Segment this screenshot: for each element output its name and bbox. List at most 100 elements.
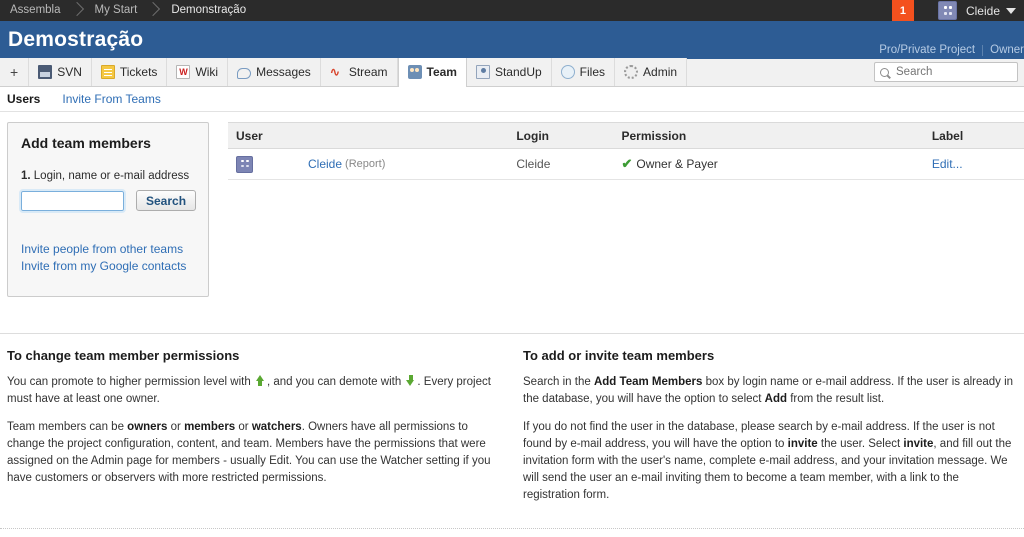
help-bold-members: members — [184, 421, 236, 433]
plus-icon: + — [10, 64, 19, 80]
invite-links: Invite people from other teams Invite fr… — [21, 241, 195, 275]
help-column-invite: To add or invite team members Search in … — [523, 348, 1015, 515]
help-heading-permissions: To change team member permissions — [7, 348, 240, 363]
tab-label: Wiki — [195, 65, 219, 79]
tab-label: Files — [579, 65, 606, 79]
tab-stream[interactable]: ∿ Stream — [320, 58, 398, 86]
svn-icon — [38, 65, 53, 79]
project-header: Demostração Pro/Private Project Owner — [0, 21, 1024, 59]
user-avatar-icon[interactable] — [937, 1, 957, 20]
cell-user: Cleide (Report) — [228, 148, 509, 180]
chevron-down-icon[interactable] — [1006, 7, 1016, 14]
notification-badge[interactable]: 1 — [891, 0, 914, 21]
cell-label: Edit... — [923, 148, 1024, 180]
tab-label: Admin — [643, 65, 678, 79]
tab-files[interactable]: Files — [551, 58, 616, 86]
breadcrumb-item-assembla[interactable]: Assembla — [6, 0, 65, 21]
help-bold-invite-1: invite — [787, 438, 818, 450]
green-check-icon: ✔ — [621, 156, 633, 171]
help-paragraph-promote: You can promote to higher permission lev… — [7, 374, 499, 408]
main-content: Add team members 1. Login, name or e-mai… — [0, 112, 1024, 317]
help-paragraph-invite: If you do not find the user in the datab… — [523, 419, 1015, 504]
message-icon — [237, 67, 252, 79]
breadcrumb: Assembla My Start Demonstração — [6, 0, 250, 21]
team-members-table: User Login Permission Label Cleide (Repo… — [228, 122, 1024, 180]
global-search[interactable] — [874, 62, 1018, 82]
tab-svn[interactable]: SVN — [29, 58, 92, 86]
help-section: To change team member permissions You ca… — [0, 333, 1024, 515]
table-header-row: User Login Permission Label — [228, 122, 1024, 149]
tab-label: Team — [426, 65, 457, 79]
help-text: Search in the — [523, 376, 594, 388]
help-text: the user. Select — [817, 438, 904, 450]
project-tab-bar: + SVN Tickets W Wiki Messages ∿ Stream T… — [0, 58, 1024, 87]
help-heading-invite: To add or invite team members — [523, 348, 715, 363]
ticket-icon — [100, 65, 115, 79]
add-team-members-panel: Add team members 1. Login, name or e-mai… — [7, 122, 209, 297]
subnav-item-invite-from-teams[interactable]: Invite From Teams — [62, 92, 160, 106]
top-navigation-bar: Assembla My Start Demonstração 1 Cleide — [0, 0, 1024, 21]
project-plan-label[interactable]: Pro/Private Project — [879, 44, 975, 56]
breadcrumb-item-current[interactable]: Demonstração — [167, 0, 250, 21]
help-paragraph-search: Search in the Add Team Members box by lo… — [523, 374, 1015, 408]
help-bold-add-team-members: Add Team Members — [593, 376, 703, 388]
cell-permission: ✔ Owner & Payer — [613, 148, 924, 180]
tab-wiki[interactable]: W Wiki — [167, 58, 229, 86]
user-role-text: (Report) — [345, 158, 386, 170]
help-column-permissions: To change team member permissions You ca… — [7, 348, 499, 515]
step-text: Login, name or e-mail address — [30, 170, 190, 182]
help-bold-add: Add — [764, 393, 788, 405]
breadcrumb-item-my-start[interactable]: My Start — [91, 0, 142, 21]
tab-messages[interactable]: Messages — [228, 58, 321, 86]
user-avatar-icon — [236, 155, 253, 173]
standup-icon — [475, 65, 490, 79]
help-text: , and you can demote with — [266, 376, 405, 388]
column-header-login[interactable]: Login — [508, 122, 614, 149]
tab-label: SVN — [57, 65, 82, 79]
help-text: from the result list. — [787, 393, 885, 405]
tab-label: StandUp — [494, 65, 542, 79]
green-arrow-up-icon — [255, 375, 265, 386]
search-icon — [880, 67, 889, 77]
column-header-user[interactable]: User — [228, 122, 509, 149]
column-header-permission[interactable]: Permission — [613, 122, 924, 149]
column-header-label[interactable]: Label — [923, 122, 1024, 149]
table-row: Cleide (Report) Cleide ✔ Owner & Payer Ed… — [228, 148, 1024, 180]
invite-from-other-teams-link[interactable]: Invite people from other teams — [21, 241, 195, 258]
invite-from-google-contacts-link[interactable]: Invite from my Google contacts — [21, 258, 195, 275]
subnav-item-users[interactable]: Users — [7, 92, 40, 106]
tab-admin[interactable]: Admin — [615, 58, 688, 86]
search-input[interactable] — [894, 65, 1004, 79]
wiki-icon: W — [176, 65, 191, 79]
table-header: User Login Permission Label — [228, 122, 1024, 149]
breadcrumb-chevron-icon — [65, 0, 91, 21]
meta-divider — [982, 44, 984, 56]
tab-label: Messages — [256, 65, 311, 79]
tab-standup[interactable]: StandUp — [466, 58, 552, 86]
admin-gear-icon — [624, 65, 639, 79]
edit-label-link[interactable]: Edit... — [932, 157, 963, 171]
team-icon — [407, 65, 422, 79]
account-menu-label[interactable]: Cleide — [966, 4, 1000, 18]
search-members-button[interactable]: Search — [136, 190, 197, 211]
table-body: Cleide (Report) Cleide ✔ Owner & Payer Ed… — [228, 148, 1024, 180]
help-bold-invite-2: invite — [903, 438, 934, 450]
team-members-table-wrapper: User Login Permission Label Cleide (Repo… — [228, 122, 1024, 317]
step-number: 1. — [21, 170, 31, 182]
tab-team[interactable]: Team — [397, 58, 467, 87]
tab-tickets[interactable]: Tickets — [91, 58, 168, 86]
user-name-link[interactable]: Cleide — [308, 157, 342, 171]
page-footer: Home/Developer API/Support Portal/Copy t… — [0, 528, 1024, 537]
green-arrow-down-icon — [406, 375, 415, 386]
tab-add-tool[interactable]: + — [0, 58, 30, 86]
search-field-row: Search — [19, 188, 197, 213]
project-role-label[interactable]: Owner — [990, 44, 1024, 56]
help-bold-watchers: watchers — [251, 421, 302, 433]
help-text: or — [235, 421, 252, 433]
project-meta: Pro/Private Project Owner — [879, 44, 1024, 56]
help-bold-owners: owners — [127, 421, 168, 433]
login-name-email-input[interactable] — [19, 188, 126, 213]
panel-title: Add team members — [21, 135, 151, 151]
help-text: Team members can be — [7, 421, 128, 433]
breadcrumb-chevron-icon — [141, 0, 167, 21]
